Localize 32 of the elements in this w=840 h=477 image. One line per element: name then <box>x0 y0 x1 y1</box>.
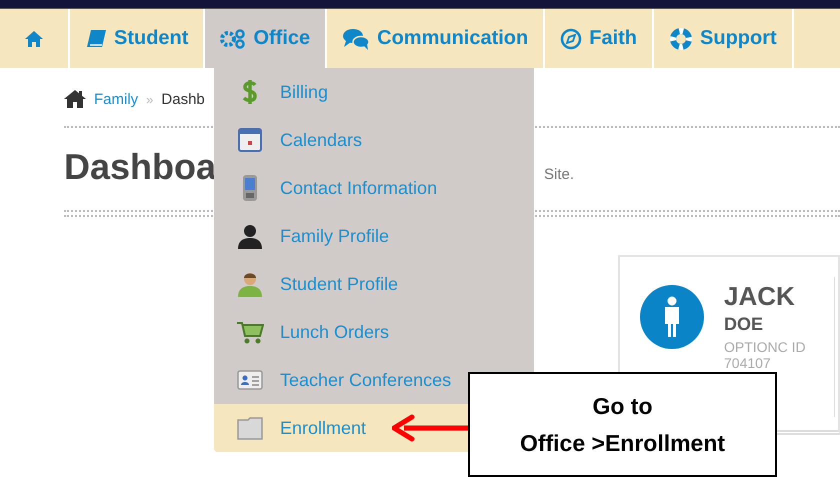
breadcrumb-link[interactable]: Family <box>94 90 138 108</box>
person-icon <box>640 285 704 349</box>
person-icon <box>236 271 264 297</box>
menu-item[interactable]: Contact Information <box>214 164 534 212</box>
lifebuoy-icon <box>669 26 694 50</box>
calendar-icon <box>236 128 264 152</box>
breadcrumb-separator: » <box>146 92 154 106</box>
home-icon <box>24 30 44 48</box>
student-first-name: JACK <box>724 281 796 312</box>
menu-item[interactable]: Teacher Conferences <box>214 356 534 404</box>
menu-item[interactable]: Family Profile <box>214 212 534 260</box>
student-last-name: DOE <box>724 314 764 335</box>
menu-item[interactable]: Calendars <box>214 116 534 164</box>
folder-icon <box>236 416 264 440</box>
book-icon <box>85 28 107 48</box>
person-icon <box>236 223 264 249</box>
id-number: 704107 <box>724 355 772 371</box>
cart-icon <box>236 319 264 345</box>
page-title: Dashboa <box>64 146 216 188</box>
compass-icon <box>560 28 582 50</box>
menu-item[interactable]: Billing <box>214 68 534 116</box>
id-card-icon <box>236 370 264 390</box>
home-icon <box>64 89 86 109</box>
gears-icon <box>220 28 246 48</box>
callout-text: Go to <box>592 392 653 420</box>
nav-tab[interactable]: Office <box>205 9 326 68</box>
page-subtitle: Site. <box>544 166 574 183</box>
menu-item[interactable]: Student Profile <box>214 260 534 308</box>
id-label: OPTIONC ID <box>724 339 807 355</box>
breadcrumb-current: Dashb <box>161 90 205 108</box>
menu-item[interactable]: Lunch Orders <box>214 308 534 356</box>
chat-bubbles-icon <box>342 28 370 50</box>
